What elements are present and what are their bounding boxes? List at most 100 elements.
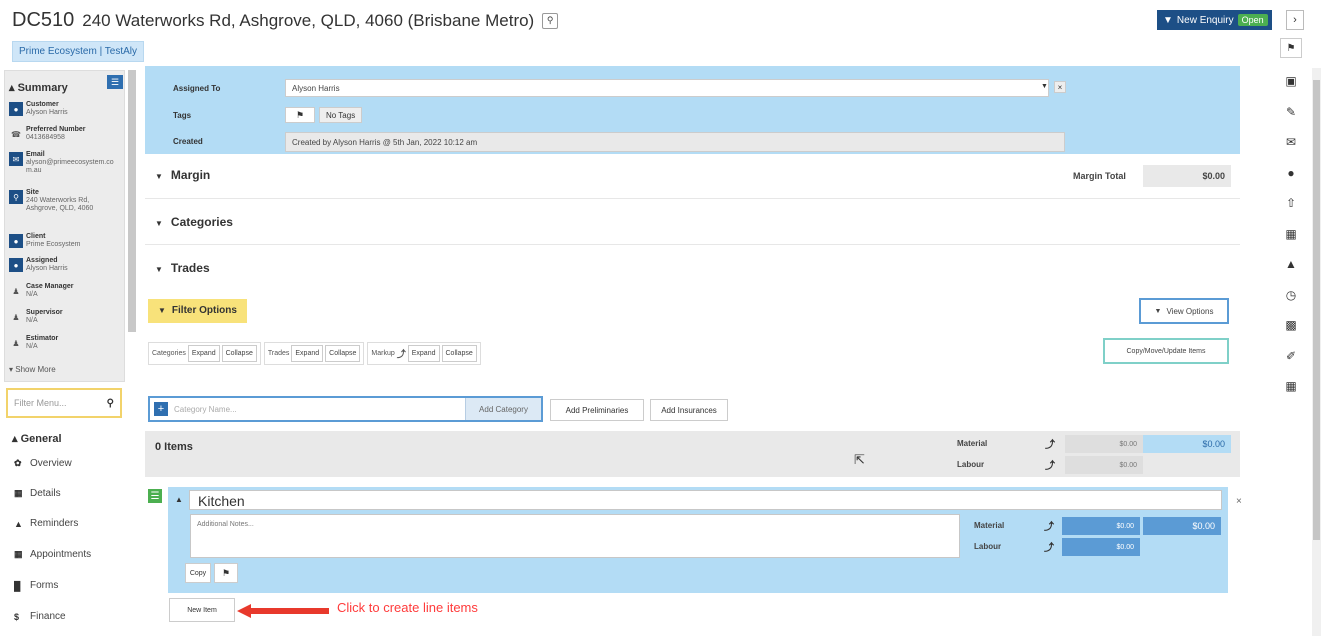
- divider: [145, 244, 1240, 245]
- kitchen-total-value: $0.00: [1143, 517, 1221, 535]
- user-icon: ●: [9, 258, 23, 272]
- no-tags-badge[interactable]: No Tags: [319, 107, 363, 123]
- new-enquiry-button[interactable]: ▼ New Enquiry Open: [1157, 10, 1272, 30]
- markup-curve-icon[interactable]: ⤴: [1044, 539, 1054, 554]
- plus-icon[interactable]: +: [154, 402, 168, 416]
- show-more-link[interactable]: ▾ Show More: [9, 365, 56, 374]
- add-category-button[interactable]: Add Category: [465, 398, 541, 420]
- chat-icon[interactable]: ●: [1282, 164, 1300, 182]
- add-preliminaries-button[interactable]: Add Preliminaries: [550, 399, 644, 421]
- tag-icon[interactable]: ⚑: [1280, 38, 1302, 58]
- kitchen-name-input[interactable]: Kitchen: [189, 490, 1222, 510]
- additional-notes-input[interactable]: Additional Notes...: [190, 514, 960, 558]
- status-badge: Open: [1237, 14, 1268, 26]
- contact-icon[interactable]: ▦: [1282, 225, 1300, 243]
- nav-reminders[interactable]: ▲ Reminders: [14, 518, 78, 529]
- user-icon: ●: [9, 102, 23, 116]
- tags-label: Tags: [173, 111, 192, 120]
- category-name-input[interactable]: Category Name...: [174, 405, 465, 414]
- clock-icon[interactable]: ◷: [1282, 286, 1300, 304]
- add-insurances-button[interactable]: Add Insurances: [650, 399, 728, 421]
- markup-curve-icon[interactable]: ⤴: [1045, 436, 1055, 451]
- caret-down-icon[interactable]: ▼: [1041, 83, 1048, 90]
- kitchen-menu-icon[interactable]: ☰: [148, 489, 162, 503]
- nav-finance[interactable]: $ Finance: [14, 611, 66, 622]
- kitchen-category-panel: ▲ Kitchen Additional Notes... Material L…: [168, 487, 1228, 593]
- calculator-icon[interactable]: ▦: [1282, 377, 1300, 395]
- details-icon: ▦: [14, 488, 23, 498]
- clear-icon[interactable]: ×: [1054, 81, 1066, 93]
- created-value: Created by Alyson Harris @ 5th Jan, 2022…: [285, 132, 1065, 152]
- nav-details[interactable]: ▦ Details: [14, 488, 61, 499]
- summary-item-phone: ☎ Preferred Number 0413684958: [9, 126, 86, 142]
- trades-group: Trades Expand Collapse: [263, 342, 365, 365]
- tag-icon[interactable]: ⚑: [285, 107, 315, 123]
- expand-collapse-toolbar: Categories Expand Collapse Trades Expand…: [148, 342, 481, 365]
- filter-options-toggle[interactable]: ▼ Filter Options: [148, 299, 247, 323]
- categories-collapse-button[interactable]: Collapse: [221, 345, 257, 362]
- chevron-right-icon[interactable]: ›: [1286, 10, 1304, 30]
- person-icon: ♟: [12, 286, 20, 296]
- mail-icon[interactable]: ✉: [1282, 133, 1300, 151]
- add-category-bar: + Category Name... Add Category: [148, 396, 543, 422]
- caret-down-icon: ▼: [1163, 14, 1173, 26]
- summary-item-email: ✉ Email alyson@primeecosystem.com.au: [9, 151, 114, 175]
- trades-expand-button[interactable]: Expand: [291, 345, 324, 362]
- summary-item-case-manager: ♟ Case Manager N/A: [9, 283, 73, 299]
- brush-icon[interactable]: ✐: [1282, 347, 1300, 365]
- close-icon[interactable]: ×: [1236, 496, 1242, 507]
- nav-forms[interactable]: █ Forms: [14, 580, 58, 591]
- annotation-text: Click to create line items: [337, 600, 478, 615]
- created-label: Created: [173, 137, 203, 146]
- left-sidebar: ▴ Summary ☰ ● Customer Alyson Harris ☎ Pr…: [4, 70, 138, 636]
- ecosystem-badge[interactable]: Prime Ecosystem | TestAly: [12, 41, 144, 62]
- person-icon: ♟: [12, 312, 20, 322]
- summary-title[interactable]: ▴ Summary: [9, 81, 68, 94]
- copy-button[interactable]: Copy: [185, 563, 211, 583]
- kitchen-labour-value: $0.00: [1062, 538, 1140, 556]
- markup-collapse-button[interactable]: Collapse: [441, 345, 477, 362]
- user-icon: ●: [9, 234, 23, 248]
- upload-icon[interactable]: ⇧: [1282, 194, 1300, 212]
- caret-down-icon: ▼: [158, 306, 166, 315]
- assigned-to-select[interactable]: Alyson Harris: [285, 79, 1049, 97]
- summary-item-supervisor: ♟ Supervisor N/A: [9, 309, 62, 325]
- markup-curve-icon[interactable]: ⤴: [1044, 518, 1054, 533]
- items-total-value: $0.00: [1143, 435, 1231, 453]
- items-summary-row: 0 Items Material Labour ⤴ ⤴ $0.00 $0.00 …: [145, 431, 1240, 477]
- categories-section-header[interactable]: ▼ Categories: [155, 215, 233, 229]
- note-icon[interactable]: ▣: [1282, 72, 1300, 90]
- general-section-title[interactable]: ▴ General: [12, 432, 62, 445]
- tag-icon[interactable]: ⚑: [214, 563, 238, 583]
- new-item-button[interactable]: New Item: [169, 598, 235, 622]
- nav-appointments[interactable]: ▦ Appointments: [14, 549, 91, 560]
- caret-up-icon[interactable]: ▲: [175, 495, 183, 504]
- nav-overview[interactable]: ✿ Overview: [14, 458, 72, 469]
- margin-section-header[interactable]: ▼ Margin: [155, 168, 210, 182]
- material-value: $0.00: [1065, 435, 1143, 453]
- enquiry-label: New Enquiry: [1176, 14, 1234, 26]
- filter-menu-input[interactable]: Filter Menu... ⚲: [6, 388, 122, 418]
- summary-menu-icon[interactable]: ☰: [107, 75, 123, 89]
- bell-icon[interactable]: ▲: [1282, 255, 1300, 273]
- forms-icon: █: [14, 580, 21, 591]
- email-icon: ✉: [9, 152, 23, 166]
- margin-total-label: Margin Total: [1073, 171, 1126, 181]
- trades-section-header[interactable]: ▼ Trades: [155, 261, 210, 275]
- trades-collapse-button[interactable]: Collapse: [325, 345, 361, 362]
- page-header: DC510 240 Waterworks Rd, Ashgrove, QLD, …: [12, 9, 559, 32]
- categories-expand-button[interactable]: Expand: [187, 345, 220, 362]
- image-icon[interactable]: ▩: [1282, 316, 1300, 334]
- copy-move-update-button[interactable]: Copy/Move/Update Items: [1103, 338, 1229, 364]
- view-options-button[interactable]: ▼ View Options: [1139, 298, 1229, 324]
- page-scrollbar-thumb[interactable]: [1313, 80, 1320, 540]
- mouse-cursor-icon: ⇱: [854, 452, 865, 467]
- map-pin-icon[interactable]: ⚲: [542, 12, 559, 29]
- main-content: Assigned To Alyson Harris ▼ × Tags ⚑ No …: [145, 66, 1242, 636]
- markup-expand-button[interactable]: Expand: [407, 345, 440, 362]
- dollar-icon: $: [14, 611, 20, 622]
- search-icon: ⚲: [106, 397, 114, 409]
- summary-scrollbar[interactable]: [128, 70, 136, 332]
- edit-icon[interactable]: ✎: [1282, 103, 1300, 121]
- markup-curve-icon[interactable]: ⤴: [1045, 457, 1055, 472]
